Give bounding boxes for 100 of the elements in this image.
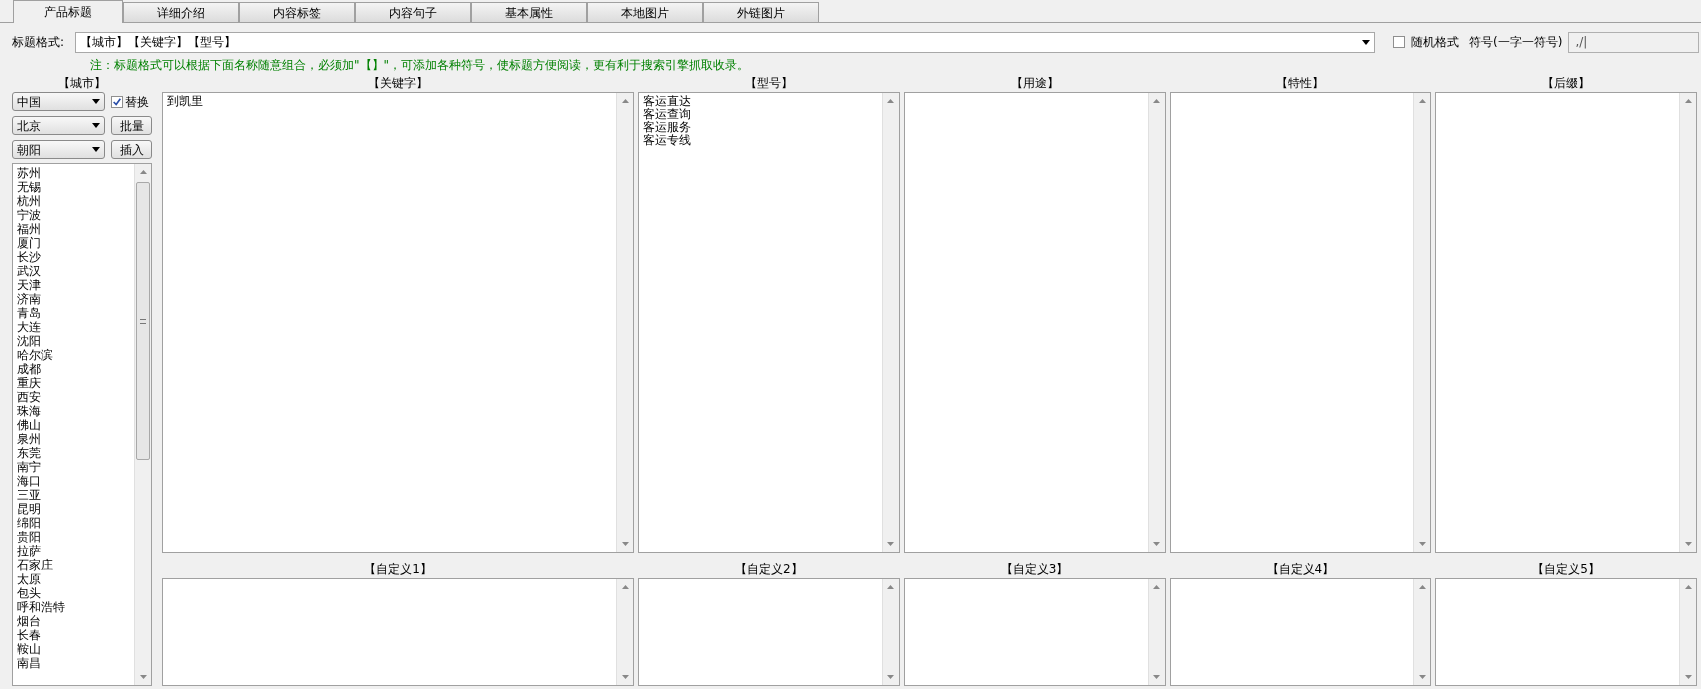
scroll-up-arrow-icon[interactable] bbox=[887, 99, 895, 103]
list-item[interactable]: 成都 bbox=[17, 362, 130, 376]
scroll-down-arrow-icon[interactable] bbox=[1153, 675, 1160, 679]
dropdown-caret-icon[interactable] bbox=[92, 123, 100, 128]
tab[interactable]: 基本属性 bbox=[471, 2, 587, 22]
scroll-down-arrow-icon[interactable] bbox=[887, 675, 895, 679]
tab[interactable]: 外链图片 bbox=[703, 2, 819, 22]
list-item[interactable]: 无锡 bbox=[17, 180, 130, 194]
scrollbar[interactable] bbox=[1413, 579, 1431, 685]
list-item[interactable]: 厦门 bbox=[17, 236, 130, 250]
list-item[interactable]: 绵阳 bbox=[17, 516, 130, 530]
list-item[interactable]: 天津 bbox=[17, 278, 130, 292]
list-item[interactable]: 杭州 bbox=[17, 194, 130, 208]
dropdown[interactable]: 朝阳 bbox=[12, 140, 105, 159]
tab[interactable]: 内容标签 bbox=[239, 2, 355, 22]
button[interactable]: 批量 bbox=[111, 116, 152, 135]
list-item[interactable]: 哈尔滨 bbox=[17, 348, 130, 362]
title-format-combo[interactable]: 【城市】【关键字】【型号】 bbox=[75, 31, 1375, 53]
column-header: 【自定义3】 bbox=[999, 561, 1070, 578]
scrollbar[interactable] bbox=[1679, 579, 1696, 685]
list-item[interactable]: 昆明 bbox=[17, 502, 130, 516]
list-item[interactable]: 大连 bbox=[17, 320, 130, 334]
scroll-up-arrow-icon[interactable] bbox=[139, 170, 147, 174]
checkbox[interactable] bbox=[1393, 36, 1405, 48]
scroll-up-arrow-icon[interactable] bbox=[1684, 585, 1692, 589]
text-area[interactable] bbox=[1435, 578, 1697, 686]
scroll-down-arrow-icon[interactable] bbox=[1684, 542, 1692, 546]
list-item[interactable]: 西安 bbox=[17, 390, 130, 404]
text-area[interactable] bbox=[903, 578, 1166, 686]
scrollbar[interactable] bbox=[1413, 93, 1431, 552]
scroll-up-arrow-icon[interactable] bbox=[621, 99, 629, 103]
list-item[interactable]: 珠海 bbox=[17, 404, 130, 418]
scroll-thumb[interactable] bbox=[136, 182, 150, 460]
scrollbar[interactable] bbox=[616, 579, 633, 685]
city-list[interactable]: 苏州 无锡 杭州 宁波 福州 厦门 长沙 武汉 天津 济南 青岛 大连 沈阳 哈尔滨 成都 重庆 西安 珠海 佛山 泉州 东莞 南宁 海口 三亚 昆明 绵阳 贵阳 拉萨 石家庄 太原 包头 呼和浩特 烟台 长春 鞍山 南昌 bbox=[12, 163, 152, 686]
list-item[interactable]: 海口 bbox=[17, 474, 130, 488]
list-item[interactable]: 武汉 bbox=[17, 264, 130, 278]
list-item[interactable]: 拉萨 bbox=[17, 544, 130, 558]
scroll-down-arrow-icon[interactable] bbox=[1153, 542, 1160, 546]
dropdown[interactable]: 北京 bbox=[12, 116, 105, 135]
button[interactable]: 插入 bbox=[111, 140, 152, 159]
text-area[interactable]: 到凯里 bbox=[162, 92, 634, 553]
scroll-up-arrow-icon[interactable] bbox=[621, 585, 629, 589]
list-item[interactable]: 包头 bbox=[17, 586, 130, 600]
list-item[interactable]: 重庆 bbox=[17, 376, 130, 390]
list-item[interactable]: 长春 bbox=[17, 628, 130, 642]
scrollbar[interactable] bbox=[881, 93, 899, 552]
scroll-down-arrow-icon[interactable] bbox=[1684, 675, 1692, 679]
scrollbar[interactable] bbox=[1147, 93, 1165, 552]
list-item[interactable]: 烟台 bbox=[17, 614, 130, 628]
scroll-up-arrow-icon[interactable] bbox=[1418, 585, 1426, 589]
list-item[interactable]: 福州 bbox=[17, 222, 130, 236]
scroll-down-arrow-icon[interactable] bbox=[139, 675, 147, 679]
dropdown-caret-icon[interactable] bbox=[1362, 39, 1370, 45]
scroll-up-arrow-icon[interactable] bbox=[1684, 99, 1692, 103]
scroll-up-arrow-icon[interactable] bbox=[1153, 99, 1160, 103]
scroll-up-arrow-icon[interactable] bbox=[1153, 585, 1160, 589]
list-item[interactable]: 太原 bbox=[17, 572, 130, 586]
checkbox[interactable] bbox=[111, 95, 123, 108]
list-item[interactable]: 长沙 bbox=[17, 250, 130, 264]
list-item[interactable]: 济南 bbox=[17, 292, 130, 306]
text-area[interactable]: 客运直达 客运查询 客运服务 客运专线 bbox=[638, 92, 900, 553]
scroll-down-arrow-icon[interactable] bbox=[621, 542, 629, 546]
text-area[interactable] bbox=[162, 578, 634, 686]
list-item[interactable]: 泉州 bbox=[17, 432, 130, 446]
list-item[interactable]: 鞍山 bbox=[17, 642, 130, 656]
list-item[interactable]: 三亚 bbox=[17, 488, 130, 502]
scrollbar[interactable] bbox=[134, 164, 151, 685]
list-item[interactable]: 沈阳 bbox=[17, 334, 130, 348]
list-item[interactable]: 石家庄 bbox=[17, 558, 130, 572]
scroll-up-arrow-icon[interactable] bbox=[887, 585, 895, 589]
dropdown-caret-icon[interactable] bbox=[92, 147, 100, 152]
scrollbar[interactable] bbox=[1147, 579, 1165, 685]
list-item[interactable]: 东莞 bbox=[17, 446, 130, 460]
list-item[interactable]: 青岛 bbox=[17, 306, 130, 320]
list-item[interactable]: 佛山 bbox=[17, 418, 130, 432]
list-item[interactable]: 宁波 bbox=[17, 208, 130, 222]
symbol-field[interactable]: ,/| bbox=[1568, 31, 1699, 53]
scroll-down-arrow-icon[interactable] bbox=[1418, 542, 1426, 546]
list-item[interactable]: 呼和浩特 bbox=[17, 600, 130, 614]
list-item[interactable]: 苏州 bbox=[17, 166, 130, 180]
list-item[interactable]: 贵阳 bbox=[17, 530, 130, 544]
scrollbar[interactable] bbox=[881, 579, 899, 685]
scrollbar[interactable] bbox=[1679, 93, 1696, 552]
text-line: 客运专线 bbox=[643, 134, 692, 147]
scroll-down-arrow-icon[interactable] bbox=[621, 675, 629, 679]
text-area[interactable] bbox=[638, 578, 900, 686]
tab[interactable]: 本地图片 bbox=[587, 2, 703, 22]
tab[interactable]: 详细介绍 bbox=[123, 2, 239, 22]
tab[interactable]: 内容句子 bbox=[355, 2, 471, 22]
scroll-down-arrow-icon[interactable] bbox=[1418, 675, 1426, 679]
tab[interactable]: 产品标题 bbox=[13, 0, 123, 23]
scroll-up-arrow-icon[interactable] bbox=[1418, 99, 1426, 103]
text-area[interactable] bbox=[1169, 578, 1432, 686]
scroll-down-arrow-icon[interactable] bbox=[887, 542, 895, 546]
dropdown-caret-icon[interactable] bbox=[92, 99, 100, 104]
list-item[interactable]: 南宁 bbox=[17, 460, 130, 474]
scrollbar[interactable] bbox=[616, 93, 633, 552]
dropdown[interactable]: 中国 bbox=[12, 92, 105, 111]
list-item[interactable]: 南昌 bbox=[17, 656, 130, 670]
